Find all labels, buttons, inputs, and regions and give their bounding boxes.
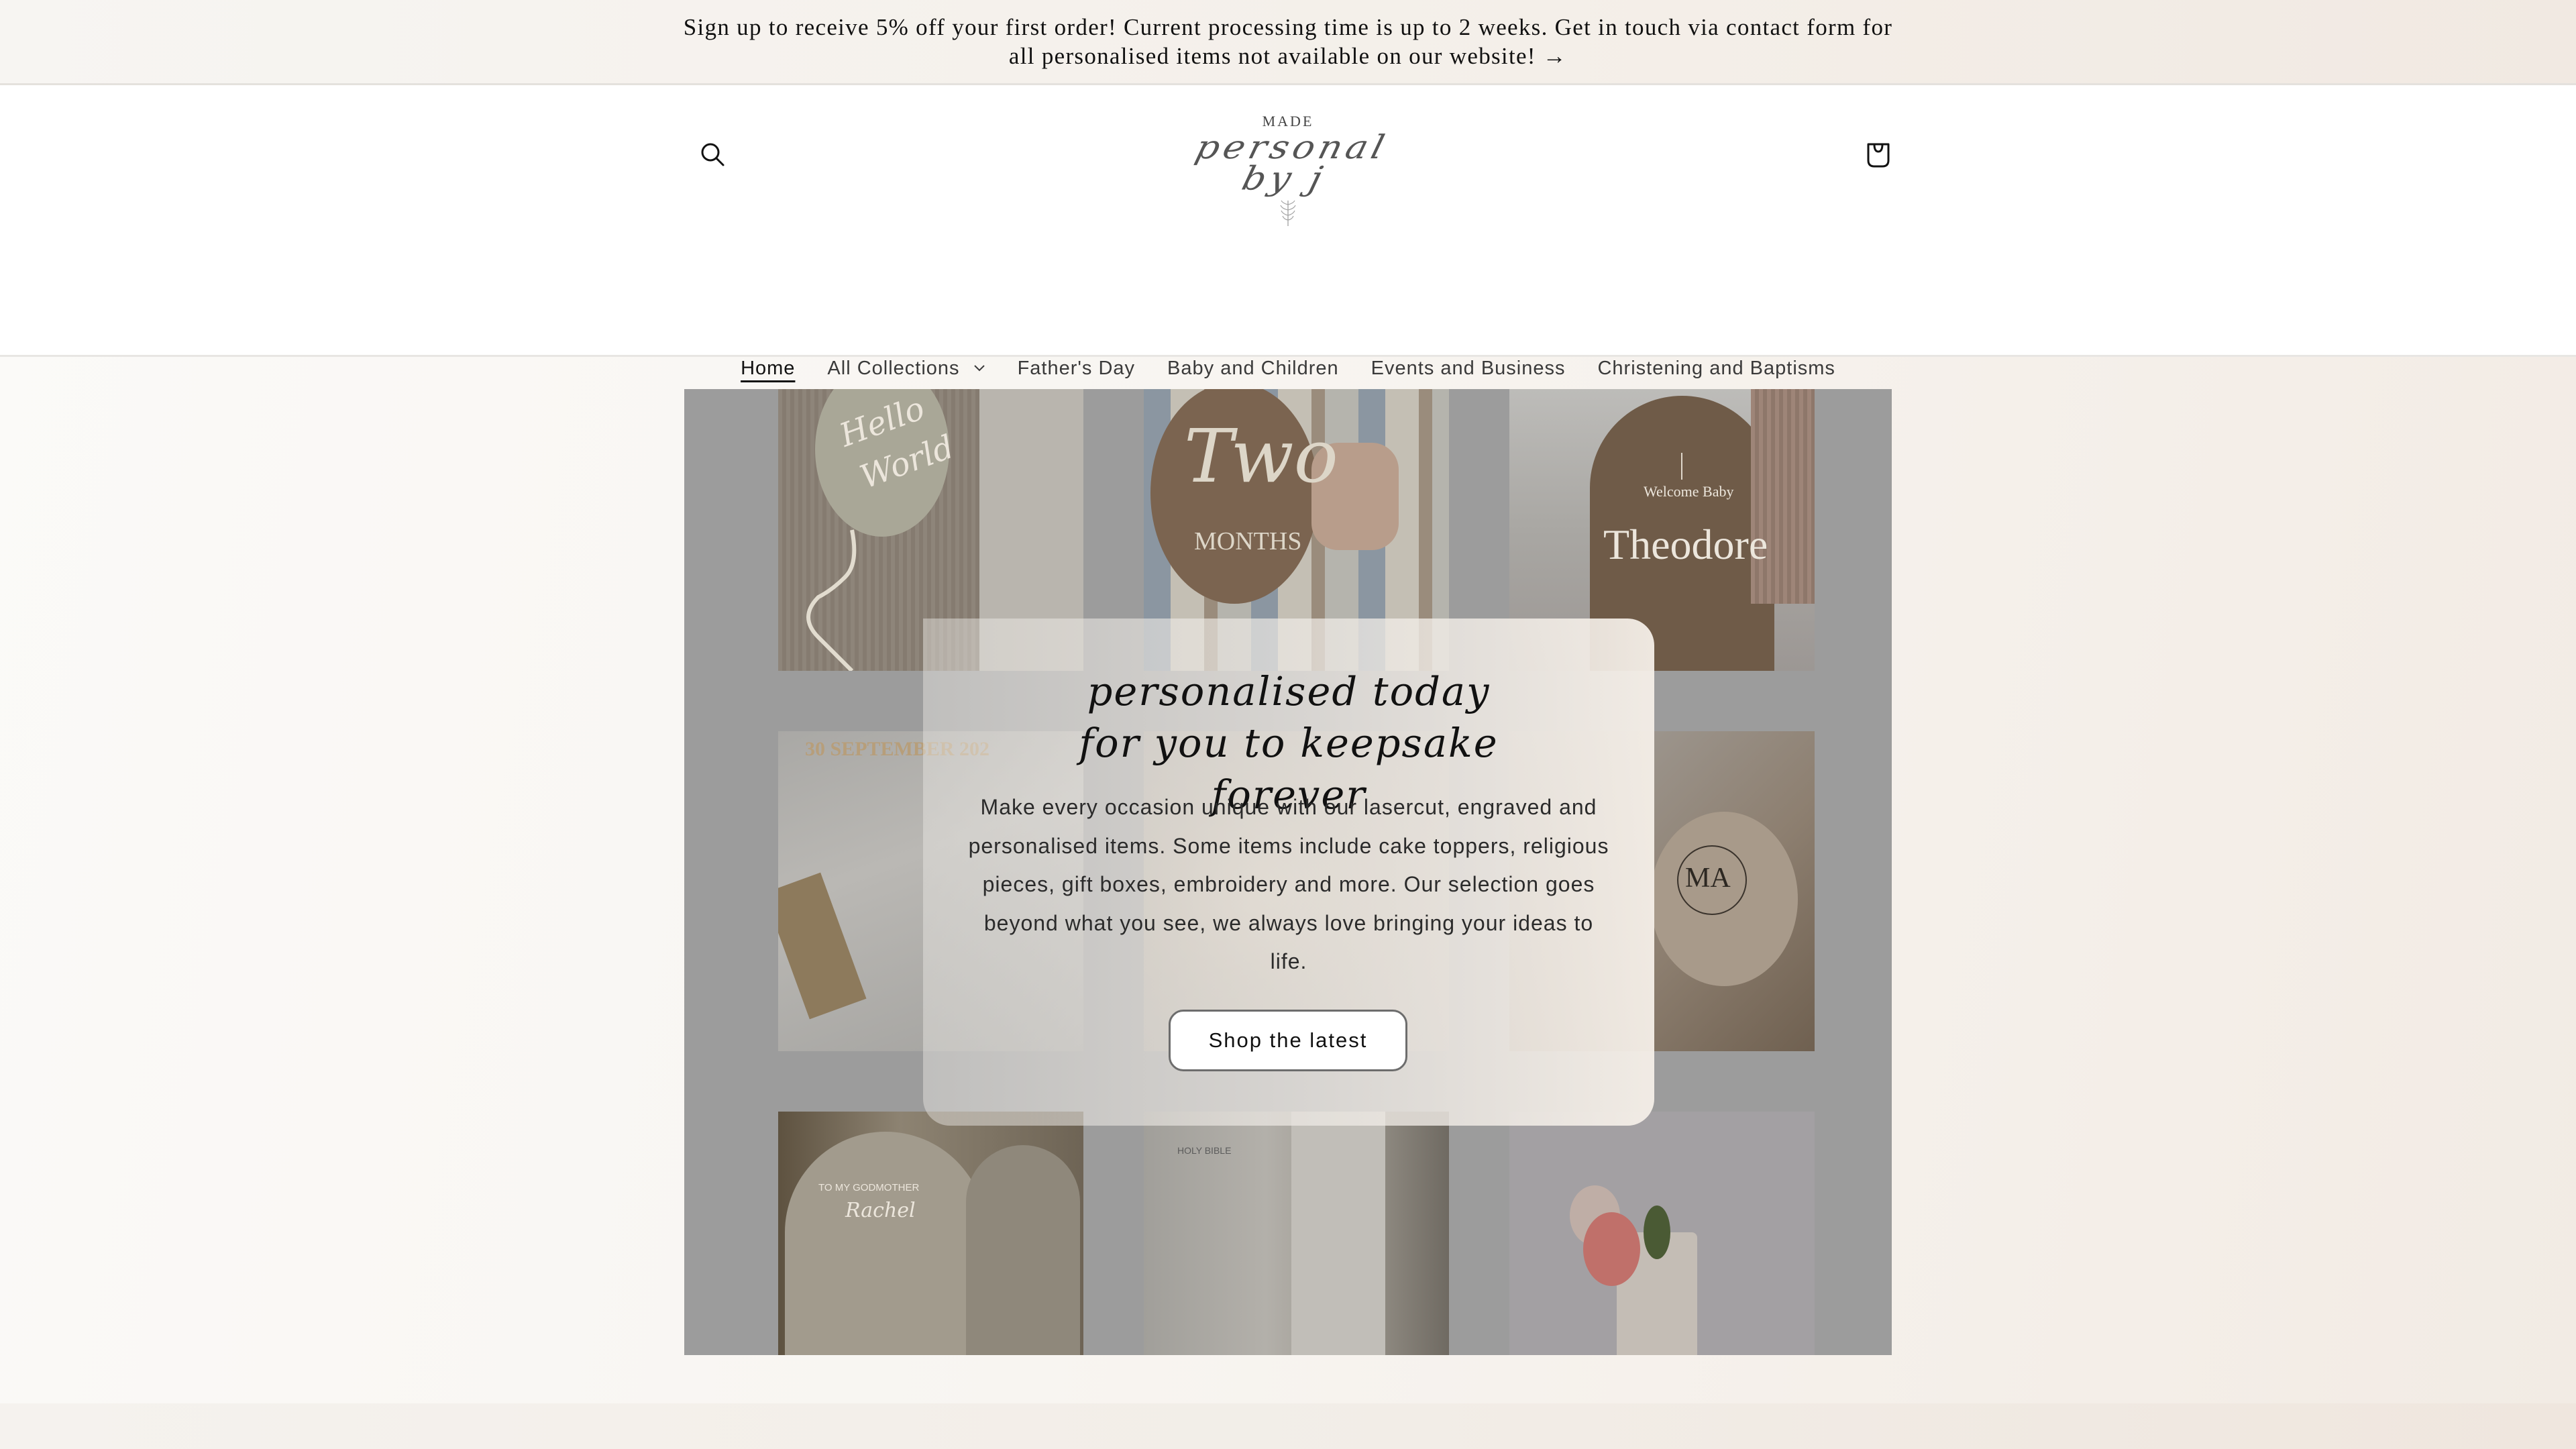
leaf-sprig-icon	[1280, 200, 1296, 226]
hero-tile-text: MONTHS	[1194, 527, 1302, 555]
balloon-string-graphic	[806, 529, 857, 671]
hero-tile-cake	[1509, 1112, 1815, 1355]
hero-tile-text: Theodore	[1603, 521, 1768, 568]
hero-banner: Hello World Two MONTHS Welcome Baby Theo…	[684, 389, 1892, 1355]
shop-the-latest-button[interactable]: Shop the latest	[1169, 1010, 1407, 1071]
hero-tile-text: Rachel	[845, 1199, 916, 1222]
next-section-edge	[0, 1403, 2576, 1449]
hero-tile-text: TO MY GODMOTHER	[818, 1182, 920, 1193]
site-header: MADE personal by j Home All Collections …	[0, 85, 2576, 454]
hero-tile-godmother: TO MY GODMOTHER Rachel	[778, 1112, 1083, 1355]
hero-tile-text: Welcome Baby	[1644, 483, 1734, 500]
search-button[interactable]	[686, 128, 739, 182]
hero-tile-text: HOLY BIBLE	[1177, 1145, 1232, 1156]
hero-tile-text: Two	[1184, 413, 1338, 499]
site-logo[interactable]: MADE personal by j	[1181, 113, 1395, 226]
hero-content-card: personalised today for you to keepsake f…	[923, 619, 1654, 1126]
hero-tile-candle: HOLY BIBLE	[1144, 1112, 1449, 1355]
shopping-bag-icon	[1867, 143, 1890, 168]
logo-script-text: personal by j	[1191, 127, 1393, 198]
announcement-link[interactable]: Sign up to receive 5% off your first ord…	[671, 13, 1905, 70]
cross-graphic	[1681, 453, 1682, 480]
hero-tile-text: MA	[1685, 863, 1731, 894]
search-icon	[701, 143, 724, 166]
logo-made-text: MADE	[1262, 113, 1314, 129]
hero-body-text: Make every occasion unique with our lase…	[968, 795, 1609, 973]
announcement-bar: Sign up to receive 5% off your first ord…	[0, 0, 2576, 85]
cart-button[interactable]	[1851, 128, 1905, 182]
